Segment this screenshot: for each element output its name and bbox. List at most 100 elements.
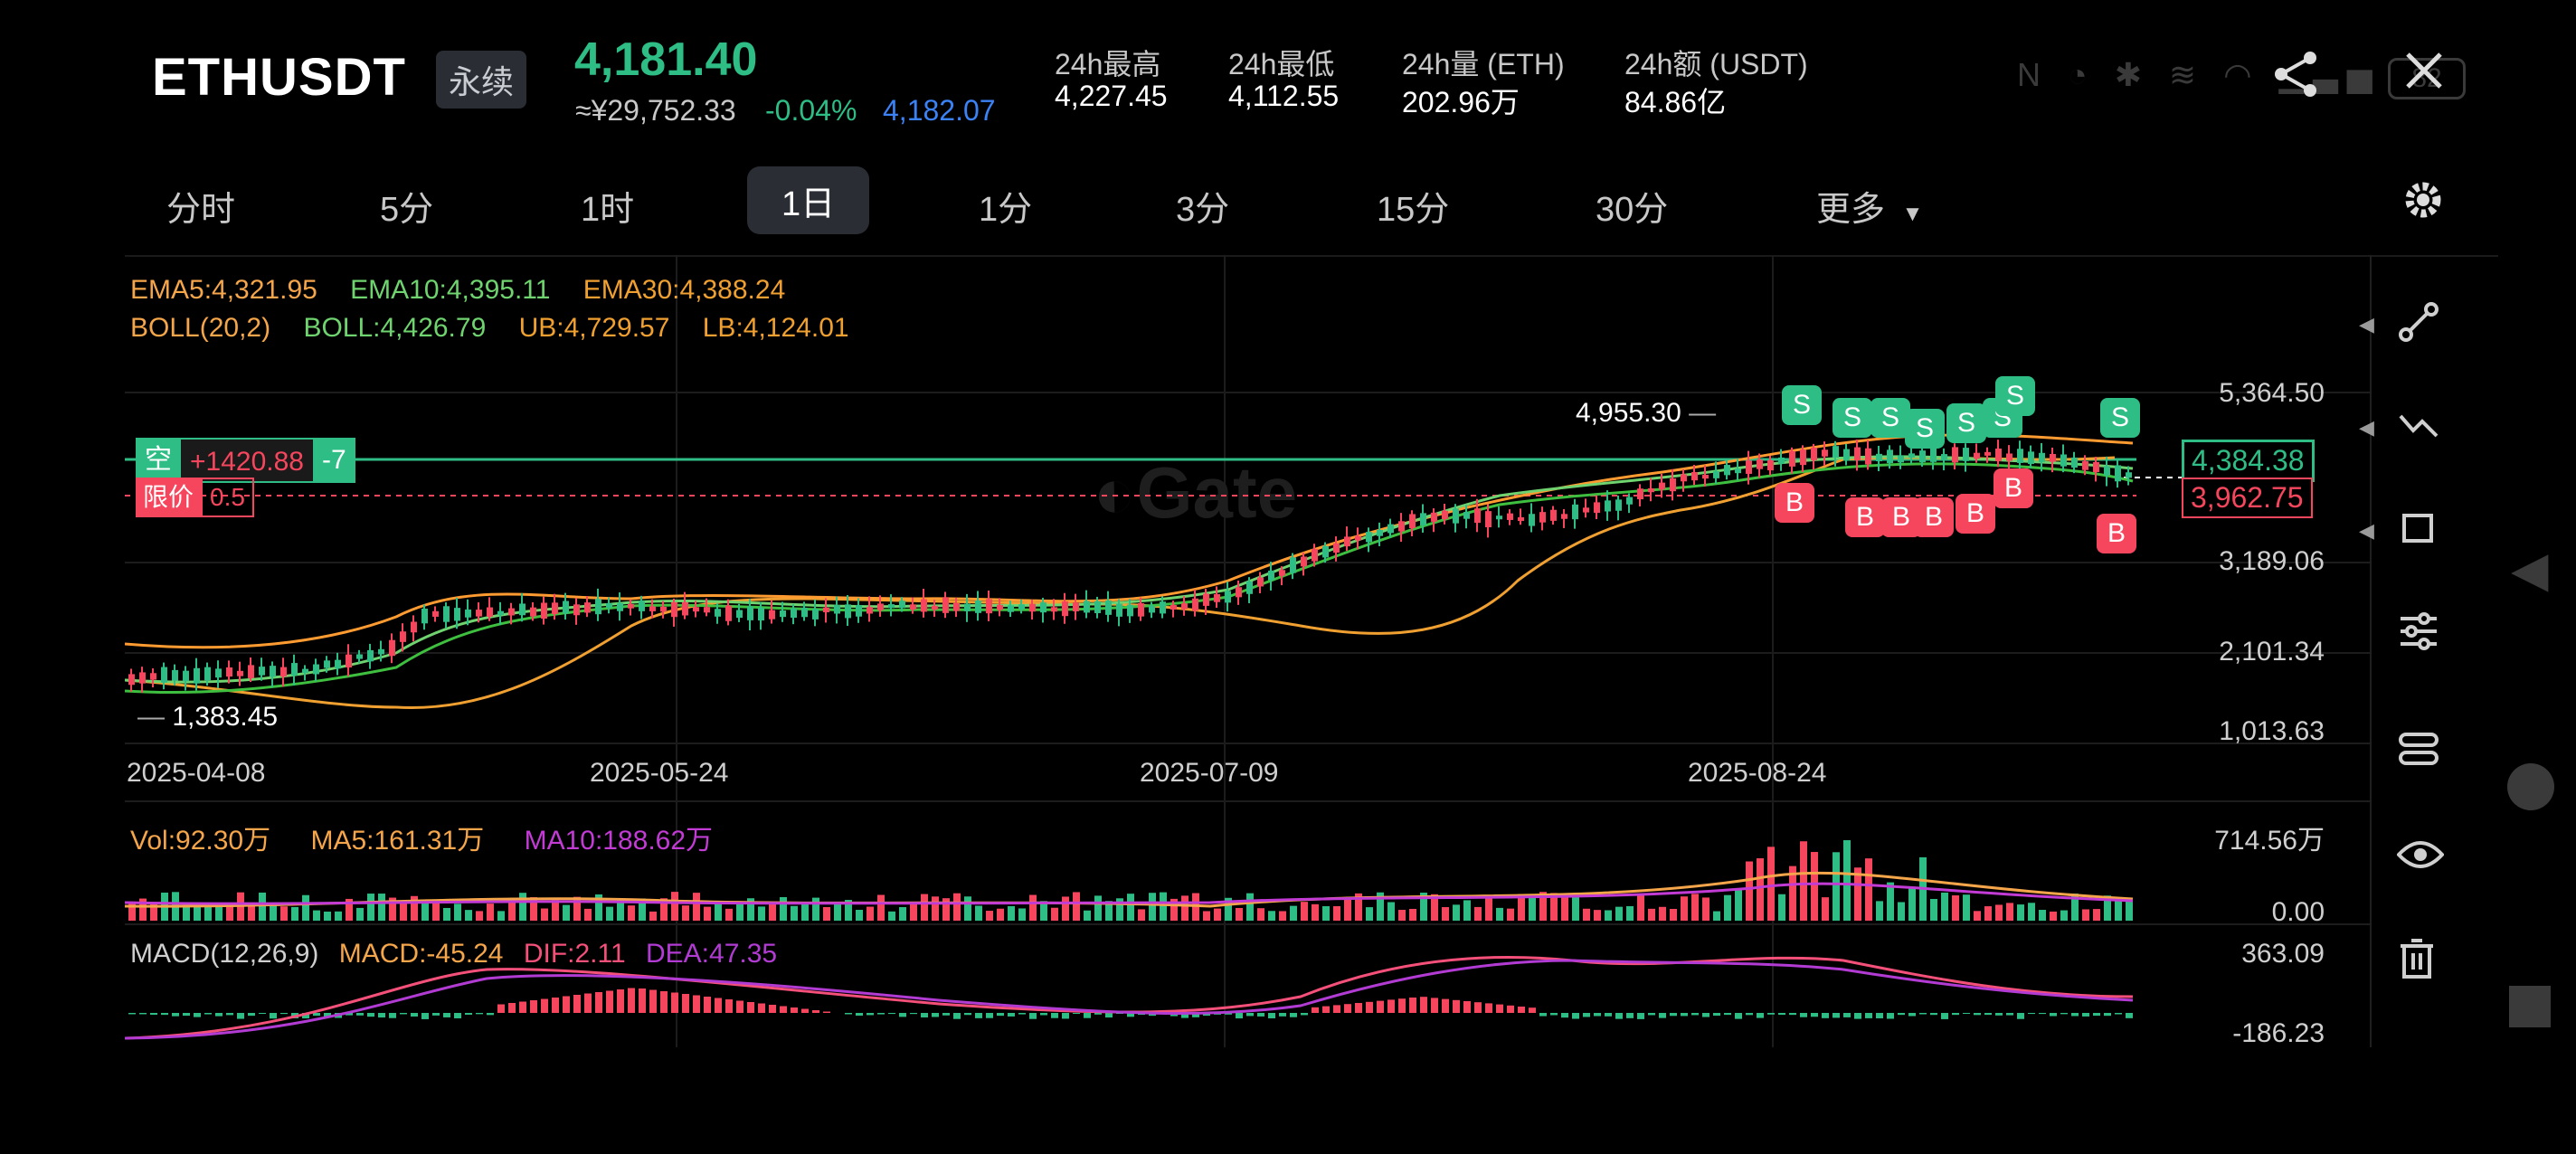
candle-body <box>1018 604 1025 610</box>
shape-tool-icon[interactable] <box>2397 506 2440 560</box>
macd-bar <box>204 1013 212 1015</box>
system-back-icon[interactable]: ◀ <box>2511 541 2549 598</box>
volume-bar <box>997 908 1004 921</box>
magnet-icon[interactable] <box>2397 727 2440 780</box>
sell-trade-marker[interactable]: S <box>1833 398 1872 438</box>
expand-arrow-icon[interactable]: ◀ <box>2359 313 2374 336</box>
candle-body <box>758 607 764 621</box>
macd-bar <box>975 1013 982 1018</box>
candle-body <box>1431 512 1437 522</box>
macd-bar <box>1594 1013 1601 1017</box>
macd-bar <box>1648 1013 1655 1016</box>
candle-body <box>1160 601 1166 614</box>
sell-trade-marker[interactable]: S <box>2100 398 2140 438</box>
candle-body <box>226 667 232 677</box>
candle-body <box>1778 457 1785 464</box>
macd-bar <box>964 1013 971 1016</box>
tab-timeshare[interactable]: 分时 <box>166 181 235 231</box>
wave-tool-icon[interactable] <box>2397 403 2440 457</box>
volume-bar <box>302 894 309 921</box>
macd-bar <box>888 1013 895 1015</box>
volume-ma5-legend: MA5:161.31万 <box>310 826 485 856</box>
macd-bar <box>432 1013 440 1016</box>
tab-3m[interactable]: 3分 <box>1176 181 1229 231</box>
volume-bar <box>2060 910 2068 921</box>
macd-bar <box>1094 1013 1102 1015</box>
symbol-title[interactable]: ETHUSDT <box>152 47 406 108</box>
volume-bar <box>2082 909 2089 921</box>
tab-15m[interactable]: 15分 <box>1377 181 1449 231</box>
candle-body <box>1746 460 1752 474</box>
macd-bar <box>639 988 646 1013</box>
close-icon[interactable] <box>2402 49 2446 103</box>
macd-bar <box>1333 1005 1340 1013</box>
buy-trade-marker[interactable]: B <box>1914 497 1954 537</box>
macd-bar <box>1735 1013 1742 1019</box>
buy-trade-marker[interactable]: B <box>1775 483 1814 523</box>
sell-trade-marker[interactable]: S <box>1946 403 1986 443</box>
limit-order-marker[interactable]: 限价 0.5 <box>136 478 254 517</box>
volume-bar <box>1333 905 1340 921</box>
tab-1d[interactable]: 1日 <box>747 166 870 234</box>
macd-bar <box>573 995 581 1013</box>
candle-body <box>573 604 580 616</box>
tab-5m[interactable]: 5分 <box>380 181 433 231</box>
sell-trade-marker[interactable]: S <box>1782 385 1822 425</box>
volume-bar <box>704 906 711 921</box>
candle-body <box>465 609 471 618</box>
trendline-tool-icon[interactable] <box>2397 300 2440 354</box>
candle-body <box>1583 507 1589 513</box>
volume-bar <box>1322 906 1330 921</box>
volume-bar <box>476 911 483 921</box>
system-home-icon[interactable] <box>2507 763 2554 810</box>
macd-bar <box>1724 1013 1731 1016</box>
volume-bar <box>725 908 733 921</box>
sell-trade-marker[interactable]: S <box>1995 376 2035 416</box>
candlestick-chart[interactable]: ◐Gate <box>125 255 2372 1047</box>
volume-bar <box>1648 908 1655 921</box>
macd-bar <box>1995 1013 2003 1016</box>
candle-body <box>867 607 873 614</box>
eye-icon[interactable] <box>2396 834 2445 883</box>
macd-bar <box>270 1013 277 1019</box>
volume-bar <box>1073 892 1080 921</box>
volume-bar <box>1908 886 1916 921</box>
buy-trade-marker[interactable]: B <box>1956 494 1995 534</box>
candle-body <box>150 673 156 680</box>
volume-bar <box>932 896 939 921</box>
tab-1h[interactable]: 1时 <box>581 181 634 231</box>
tab-more[interactable]: 更多 ▼ <box>1816 181 1923 231</box>
trash-icon[interactable] <box>2397 937 2437 990</box>
expand-arrow-icon[interactable]: ◀ <box>2359 416 2374 440</box>
date-axis-label: 2025-04-08 <box>127 758 266 788</box>
tab-30m[interactable]: 30分 <box>1596 181 1668 231</box>
volume-bar <box>1952 895 1959 921</box>
macd-legend: MACD(12,26,9) <box>130 939 319 969</box>
candle-body <box>204 667 211 681</box>
sliders-icon[interactable] <box>2397 610 2440 663</box>
expand-arrow-icon[interactable]: ◀ <box>2359 519 2374 543</box>
macd-bar <box>747 1002 754 1013</box>
candle-body <box>1952 447 1958 463</box>
volume-bar <box>378 894 385 921</box>
volume-bar <box>1843 840 1851 921</box>
sell-trade-marker[interactable]: S <box>1905 409 1945 449</box>
buy-trade-marker[interactable]: B <box>1994 468 2033 508</box>
position-marker[interactable]: 空 +1420.88 -7 <box>136 438 355 483</box>
candle-body <box>1127 604 1133 617</box>
tab-1m[interactable]: 1分 <box>979 181 1032 231</box>
system-recents-icon[interactable] <box>2509 986 2551 1027</box>
candle-body <box>2093 461 2099 472</box>
buy-trade-marker[interactable]: B <box>2097 514 2136 553</box>
volume-bar <box>1800 841 1807 921</box>
macd-bar <box>367 1013 374 1017</box>
gear-icon[interactable] <box>2401 177 2446 233</box>
candle-body <box>1713 471 1719 478</box>
macd-bar <box>2060 1013 2068 1015</box>
volume-bar <box>128 901 136 921</box>
candle-body <box>1138 602 1144 617</box>
macd-value-legend: MACD:-45.24 <box>338 939 504 969</box>
share-icon[interactable] <box>2270 49 2321 110</box>
buy-trade-marker[interactable]: B <box>1845 497 1885 537</box>
candle-body <box>1876 453 1882 462</box>
